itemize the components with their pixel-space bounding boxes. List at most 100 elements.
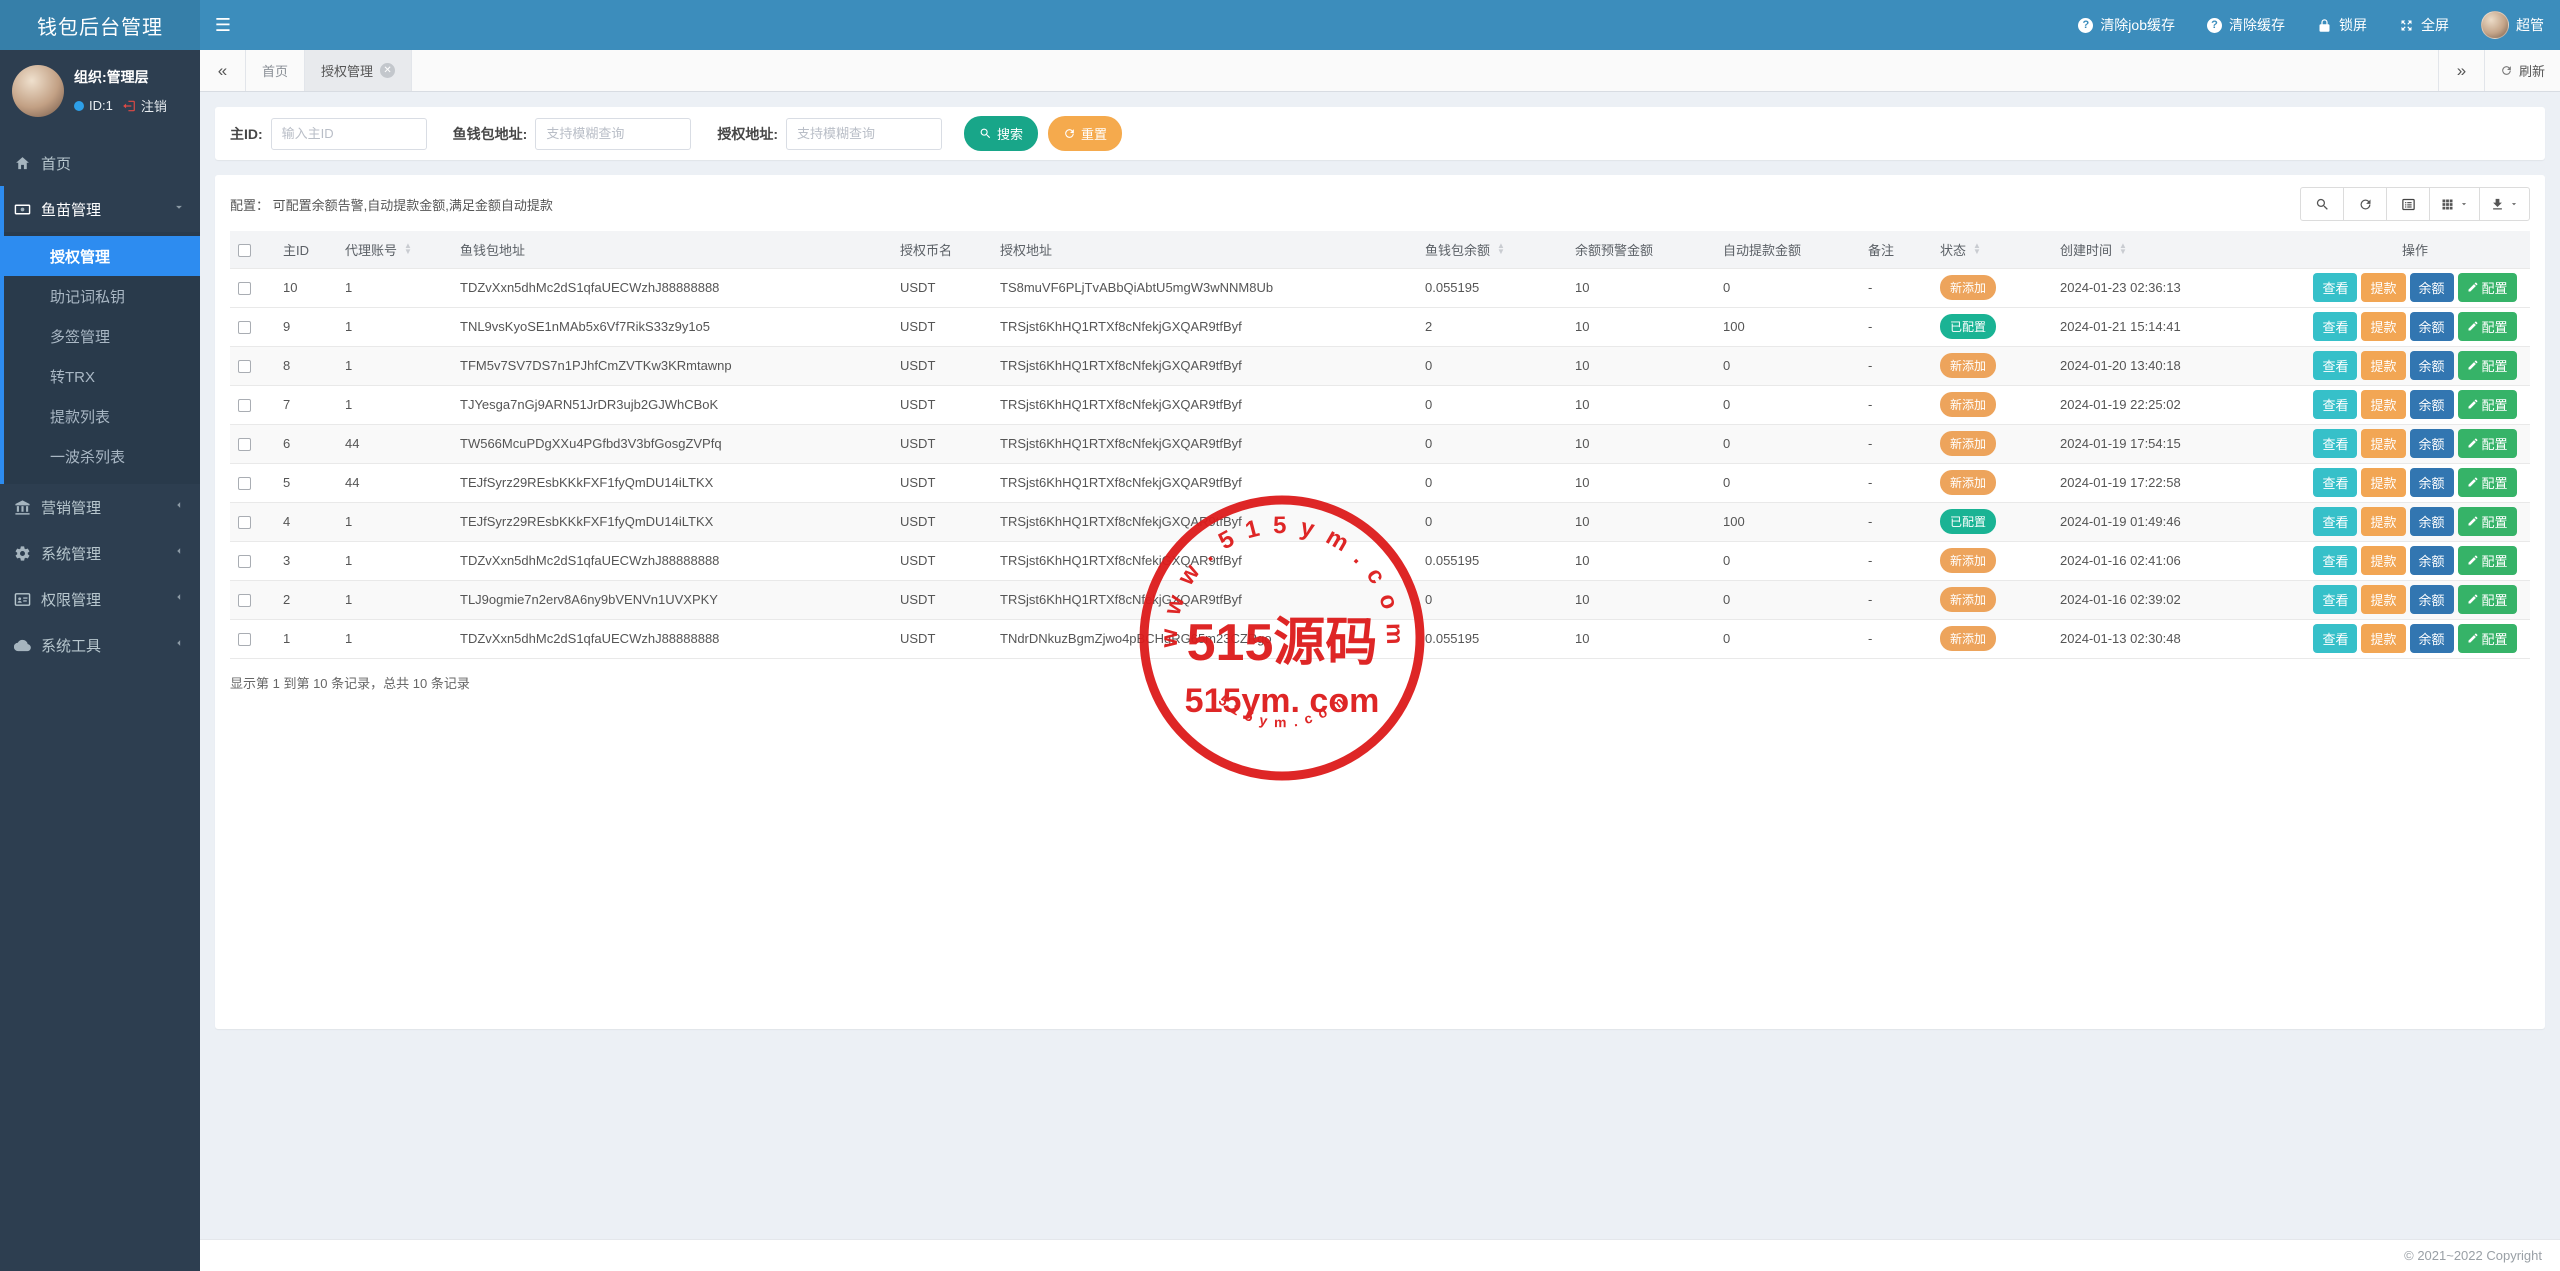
tab-首页[interactable]: 首页 xyxy=(246,50,305,91)
config-button[interactable]: 配置 xyxy=(2458,273,2517,302)
tab-refresh-button[interactable]: 刷新 xyxy=(2484,50,2560,91)
tabs-scroll-right-button[interactable]: » xyxy=(2438,50,2484,91)
withdraw-button[interactable]: 提款 xyxy=(2361,351,2405,380)
view-button[interactable]: 查看 xyxy=(2313,390,2357,419)
search-input-1[interactable] xyxy=(271,118,427,150)
row-checkbox[interactable] xyxy=(238,360,251,373)
table-search-button[interactable] xyxy=(2300,187,2344,221)
column-header-鱼钱包余额[interactable]: 鱼钱包余额▲▼ xyxy=(1417,231,1567,268)
sidebar-subitem-提款列表[interactable]: 提款列表 xyxy=(4,396,200,436)
sidebar-subitem-授权管理[interactable]: 授权管理 xyxy=(4,236,200,276)
sidebar-item-权限管理[interactable]: 权限管理 xyxy=(0,576,200,622)
config-button[interactable]: 配置 xyxy=(2458,507,2517,536)
withdraw-button[interactable]: 提款 xyxy=(2361,546,2405,575)
sort-icon[interactable]: ▲▼ xyxy=(2119,243,2127,255)
column-header-创建时间[interactable]: 创建时间▲▼ xyxy=(2052,231,2300,268)
config-button[interactable]: 配置 xyxy=(2458,546,2517,575)
balance-button[interactable]: 余额 xyxy=(2410,312,2454,341)
column-header-代理账号[interactable]: 代理账号▲▼ xyxy=(337,231,452,268)
row-checkbox[interactable] xyxy=(238,399,251,412)
balance-button[interactable]: 余额 xyxy=(2410,546,2454,575)
select-all-checkbox[interactable] xyxy=(238,244,251,257)
config-button[interactable]: 配置 xyxy=(2458,624,2517,653)
view-button[interactable]: 查看 xyxy=(2313,312,2357,341)
view-button[interactable]: 查看 xyxy=(2313,546,2357,575)
search-button[interactable]: 搜索 xyxy=(964,116,1038,151)
sidebar-item-首页[interactable]: 首页 xyxy=(0,140,200,186)
search-input-3[interactable] xyxy=(786,118,942,150)
row-checkbox[interactable] xyxy=(238,516,251,529)
column-header-状态[interactable]: 状态▲▼ xyxy=(1932,231,2052,268)
view-button[interactable]: 查看 xyxy=(2313,429,2357,458)
view-button[interactable]: 查看 xyxy=(2313,273,2357,302)
sidebar-subitem-多签管理[interactable]: 多签管理 xyxy=(4,316,200,356)
config-button[interactable]: 配置 xyxy=(2458,429,2517,458)
config-button[interactable]: 配置 xyxy=(2458,468,2517,497)
withdraw-button[interactable]: 提款 xyxy=(2361,507,2405,536)
search-input-2[interactable] xyxy=(535,118,691,150)
view-button[interactable]: 查看 xyxy=(2313,351,2357,380)
row-checkbox[interactable] xyxy=(238,438,251,451)
cell-remark: - xyxy=(1860,385,1932,424)
row-checkbox[interactable] xyxy=(238,633,251,646)
view-button[interactable]: 查看 xyxy=(2313,507,2357,536)
withdraw-button[interactable]: 提款 xyxy=(2361,585,2405,614)
table-list-alt-button[interactable] xyxy=(2386,187,2430,221)
sidebar-subitem-一波杀列表[interactable]: 一波杀列表 xyxy=(4,436,200,476)
sidebar-toggle-icon[interactable]: ☰ xyxy=(200,0,246,50)
navbar-item-3[interactable]: 锁屏 xyxy=(2301,0,2383,50)
balance-button[interactable]: 余额 xyxy=(2410,273,2454,302)
cell-status: 新添加 xyxy=(1932,619,2052,658)
sidebar-subitem-转TRX[interactable]: 转TRX xyxy=(4,356,200,396)
balance-button[interactable]: 余额 xyxy=(2410,351,2454,380)
table-toolbar xyxy=(2300,187,2530,221)
close-icon[interactable]: ✕ xyxy=(380,63,395,78)
withdraw-button[interactable]: 提款 xyxy=(2361,312,2405,341)
submenu: 授权管理助记词私钥多签管理转TRX提款列表一波杀列表 xyxy=(4,232,200,484)
row-checkbox[interactable] xyxy=(238,594,251,607)
config-button[interactable]: 配置 xyxy=(2458,390,2517,419)
sidebar-item-系统工具[interactable]: 系统工具 xyxy=(0,622,200,668)
navbar-item-1[interactable]: ?清除job缓存 xyxy=(2062,0,2191,50)
table-refresh-button[interactable] xyxy=(2343,187,2387,221)
withdraw-button[interactable]: 提款 xyxy=(2361,390,2405,419)
withdraw-button[interactable]: 提款 xyxy=(2361,273,2405,302)
sidebar-item-营销管理[interactable]: 营销管理 xyxy=(0,484,200,530)
sort-icon[interactable]: ▲▼ xyxy=(404,243,412,255)
row-checkbox[interactable] xyxy=(238,321,251,334)
config-button[interactable]: 配置 xyxy=(2458,585,2517,614)
reset-button[interactable]: 重置 xyxy=(1048,116,1122,151)
withdraw-button[interactable]: 提款 xyxy=(2361,624,2405,653)
balance-button[interactable]: 余额 xyxy=(2410,429,2454,458)
sort-icon[interactable]: ▲▼ xyxy=(1973,243,1981,255)
navbar-user-menu[interactable]: 超管 xyxy=(2465,0,2560,50)
withdraw-button[interactable]: 提款 xyxy=(2361,429,2405,458)
tabs-scroll-left-button[interactable]: « xyxy=(200,50,246,91)
balance-button[interactable]: 余额 xyxy=(2410,390,2454,419)
row-checkbox[interactable] xyxy=(238,282,251,295)
balance-button[interactable]: 余额 xyxy=(2410,624,2454,653)
navbar-item-4[interactable]: 全屏 xyxy=(2383,0,2465,50)
config-button[interactable]: 配置 xyxy=(2458,351,2517,380)
table-grid-button[interactable] xyxy=(2429,187,2480,221)
view-button[interactable]: 查看 xyxy=(2313,624,2357,653)
sidebar-subitem-助记词私钥[interactable]: 助记词私钥 xyxy=(4,276,200,316)
balance-button[interactable]: 余额 xyxy=(2410,585,2454,614)
table-download-button[interactable] xyxy=(2479,187,2530,221)
balance-button[interactable]: 余额 xyxy=(2410,468,2454,497)
cell-created-time: 2024-01-21 15:14:41 xyxy=(2052,307,2300,346)
sidebar-item-系统管理[interactable]: 系统管理 xyxy=(0,530,200,576)
balance-button[interactable]: 余额 xyxy=(2410,507,2454,536)
sort-icon[interactable]: ▲▼ xyxy=(1497,243,1505,255)
view-button[interactable]: 查看 xyxy=(2313,585,2357,614)
sidebar-item-鱼苗管理[interactable]: 鱼苗管理 xyxy=(4,186,200,232)
withdraw-button[interactable]: 提款 xyxy=(2361,468,2405,497)
cell-warn-amount: 10 xyxy=(1567,541,1715,580)
tab-授权管理[interactable]: 授权管理✕ xyxy=(305,50,412,91)
row-checkbox[interactable] xyxy=(238,477,251,490)
config-button[interactable]: 配置 xyxy=(2458,312,2517,341)
row-checkbox[interactable] xyxy=(238,555,251,568)
logout-link[interactable]: 注销 xyxy=(141,96,167,115)
navbar-item-2[interactable]: ?清除缓存 xyxy=(2191,0,2301,50)
view-button[interactable]: 查看 xyxy=(2313,468,2357,497)
